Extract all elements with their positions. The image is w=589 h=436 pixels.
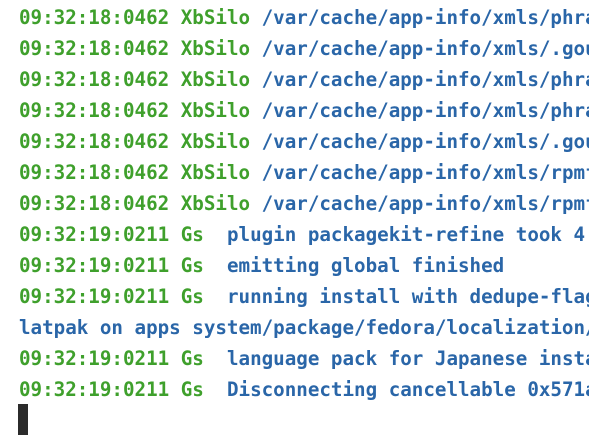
log-source: Gs [180,223,204,246]
log-message: Disconnecting cancellable 0x571a3a0 [226,378,589,401]
terminal-cursor [18,404,28,435]
log-message: /var/cache/app-info/xmls/phracek-PyCh [261,68,589,91]
log-timestamp: 09:32:19:0211 [19,378,170,401]
log-source: XbSilo [180,68,251,91]
log-message: /var/cache/app-info/xmls/.goutputstre [261,130,589,153]
log-timestamp: 09:32:18:0462 [19,99,170,122]
log-line: 09:32:19:0211 Gs Disconnecting cancellab… [19,374,589,405]
log-message: /var/cache/app-info/xmls/phracek-PyCh [261,6,589,29]
log-source: XbSilo [180,130,251,153]
log-source: XbSilo [180,6,251,29]
log-message: latpak on apps system/package/fedora/loc… [19,316,589,339]
log-message: emitting global finished [226,254,505,277]
log-line: 09:32:19:0211 Gs running install with de… [19,281,589,312]
log-line: 09:32:18:0462 XbSilo /var/cache/app-info… [19,126,589,157]
log-timestamp: 09:32:19:0211 [19,254,170,277]
log-timestamp: 09:32:19:0211 [19,223,170,246]
log-timestamp: 09:32:19:0211 [19,285,170,308]
log-message: /var/cache/app-info/xmls/phracek-PyCh [261,99,589,122]
log-timestamp: 09:32:19:0211 [19,347,170,370]
log-message: /var/cache/app-info/xmls/.goutputstre [261,37,589,60]
log-line: 09:32:19:0211 Gs language pack for Japan… [19,343,589,374]
log-source: Gs [180,347,204,370]
log-line-wrapped: latpak on apps system/package/fedora/loc… [19,312,589,343]
log-message: /var/cache/app-info/xmls/rpmfusion-no [261,161,589,184]
log-line: 09:32:19:0211 Gs emitting global finishe… [19,250,504,281]
log-line: 09:32:18:0462 XbSilo /var/cache/app-info… [19,2,589,33]
log-timestamp: 09:32:18:0462 [19,68,170,91]
log-timestamp: 09:32:18:0462 [19,161,170,184]
log-source: XbSilo [180,37,251,60]
log-source: XbSilo [180,161,251,184]
log-source: XbSilo [180,192,251,215]
log-source: Gs [180,378,204,401]
log-message: plugin packagekit-refine took 4.2 second [226,223,589,246]
log-source: XbSilo [180,99,251,122]
log-message: running install with dedupe-flags=7 with [226,285,589,308]
log-source: Gs [180,285,204,308]
terminal-window[interactable]: 09:32:18:0462 XbSilo /var/cache/app-info… [0,0,589,436]
log-timestamp: 09:32:18:0462 [19,130,170,153]
log-line: 09:32:19:0211 Gs plugin packagekit-refin… [19,219,589,250]
log-line: 09:32:18:0462 XbSilo /var/cache/app-info… [19,64,589,95]
log-line: 09:32:18:0462 XbSilo /var/cache/app-info… [19,95,589,126]
log-timestamp: 09:32:18:0462 [19,37,170,60]
log-line: 09:32:18:0462 XbSilo /var/cache/app-info… [19,33,589,64]
log-message: language pack for Japanese installed [226,347,589,370]
log-message: /var/cache/app-info/xmls/rpmfusion-no [261,192,589,215]
log-timestamp: 09:32:18:0462 [19,6,170,29]
log-line: 09:32:18:0462 XbSilo /var/cache/app-info… [19,188,589,219]
log-source: Gs [180,254,204,277]
log-line: 09:32:18:0462 XbSilo /var/cache/app-info… [19,157,589,188]
log-timestamp: 09:32:18:0462 [19,192,170,215]
